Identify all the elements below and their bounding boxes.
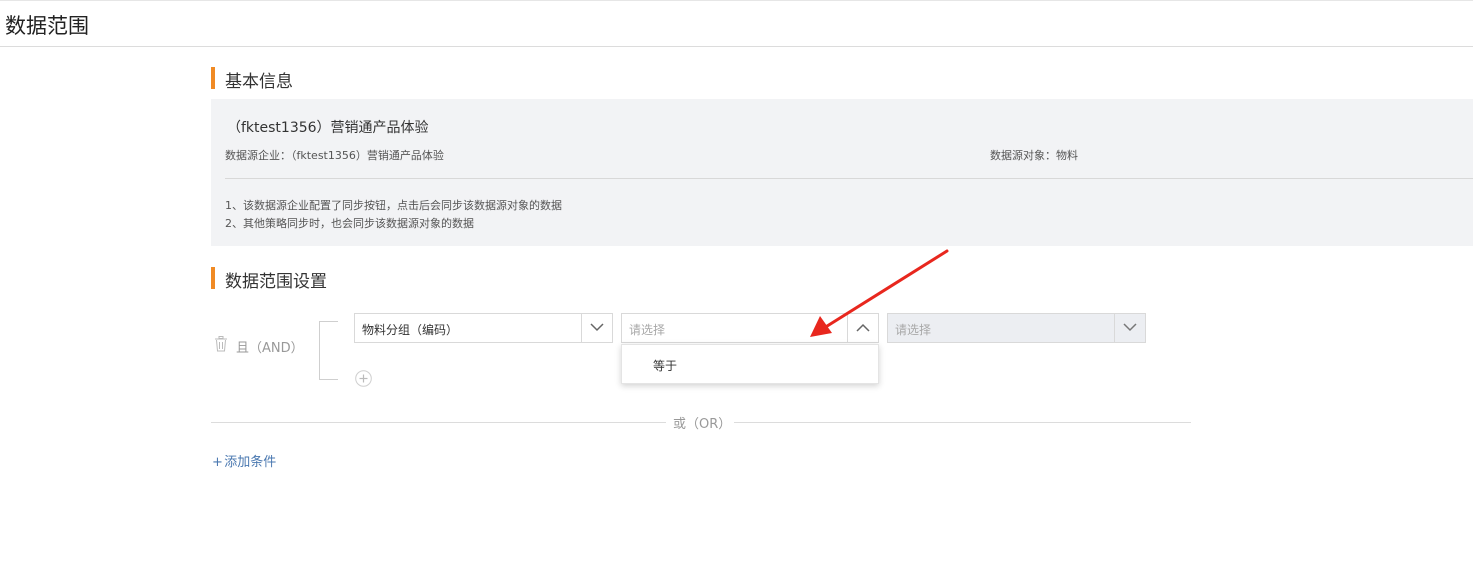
field-select[interactable]: 物料分组（编码） — [354, 313, 613, 343]
operator-select-placeholder: 请选择 — [629, 323, 666, 337]
source-object-key: 数据源对象： — [990, 149, 1056, 162]
annotation-arrow-icon — [810, 249, 949, 337]
plus-icon: + — [212, 455, 223, 470]
or-divider-line-right — [734, 422, 1191, 423]
source-object-label: 数据源对象：物料 — [990, 147, 1078, 163]
or-divider-label: 或（OR） — [673, 417, 732, 432]
top-border — [0, 0, 1473, 1]
header-divider — [0, 46, 1473, 47]
source-enterprise-label: 数据源企业：（fktest1356）营销通产品体验 — [225, 147, 444, 163]
dropdown-option-equals[interactable]: 等于 — [653, 357, 677, 374]
section-title-basic-info: 基本信息 — [225, 72, 293, 92]
operator-dropdown: 等于 — [621, 344, 879, 384]
source-enterprise-value: （fktest1356）营销通产品体验 — [291, 149, 444, 162]
field-select-toggle[interactable] — [581, 314, 612, 342]
add-condition-circle-icon[interactable] — [355, 370, 372, 387]
or-divider-line-left — [211, 422, 666, 423]
trash-icon[interactable] — [214, 336, 228, 352]
condition-bracket — [319, 321, 338, 380]
page-title: 数据范围 — [5, 14, 89, 38]
chevron-down-icon — [1123, 323, 1137, 332]
chevron-down-icon — [590, 323, 604, 332]
enterprise-name: （fktest1356）营销通产品体验 — [227, 120, 429, 136]
field-select-value: 物料分组（编码） — [362, 323, 459, 337]
section-title-scope-settings: 数据范围设置 — [225, 272, 327, 292]
info-divider — [225, 178, 1473, 179]
value-select-toggle[interactable] — [1114, 314, 1145, 342]
note-1: 1、该数据源企业配置了同步按钮，点击后会同步该数据源对象的数据 — [225, 199, 562, 212]
source-enterprise-key: 数据源企业： — [225, 149, 291, 162]
add-condition-label: 添加条件 — [224, 455, 277, 470]
note-2: 2、其他策略同步时，也会同步该数据源对象的数据 — [225, 217, 474, 230]
source-object-value: 物料 — [1056, 149, 1078, 162]
add-condition-link[interactable]: + 添加条件 — [212, 451, 276, 470]
section-marker — [211, 267, 215, 289]
section-marker — [211, 67, 215, 89]
and-logic-label: 且（AND） — [236, 341, 304, 356]
